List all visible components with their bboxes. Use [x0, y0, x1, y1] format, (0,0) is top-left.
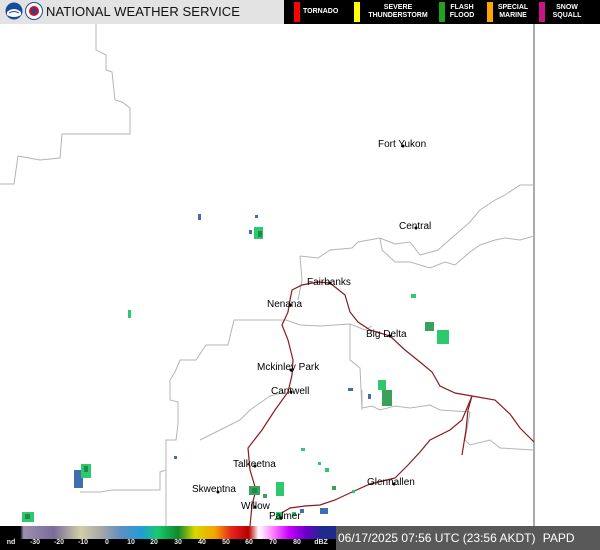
city-label-nenana: Nenana [267, 299, 302, 310]
city-label-central: Central [399, 221, 431, 232]
page-title: NATIONAL WEATHER SERVICE [46, 4, 241, 19]
city-palmer: Palmer [269, 511, 301, 522]
colorbar-label: 60 [245, 539, 253, 546]
city-label-fort-yukon: Fort Yukon [378, 139, 426, 150]
legend-label: SEVERE THUNDERSTORM [368, 4, 428, 19]
city-cantwell: Cantwell [271, 386, 309, 397]
legend-swatch [487, 2, 493, 22]
colorbar-label: -30 [29, 539, 41, 546]
legend-label: FLASH FLOOD [449, 4, 475, 19]
legend-label: TORNADO [303, 8, 339, 15]
city-label-palmer: Palmer [269, 511, 301, 522]
legend-label: SNOW SQUALL [552, 4, 582, 19]
city-label-cantwell: Cantwell [271, 386, 309, 397]
city-willow: Willow [241, 501, 271, 512]
radar-map[interactable]: Fort Yukon Central Fairbanks Nenana Big … [0, 24, 600, 526]
legend-swatch [294, 2, 300, 22]
city-label-fairbanks: Fairbanks [307, 277, 351, 288]
city-nenana: Nenana [267, 299, 302, 310]
legend-item-flash-flood: FLASH FLOOD [439, 0, 483, 24]
legend-swatch [539, 2, 545, 22]
colorbar-label: nd [6, 539, 16, 546]
legend-swatch [439, 2, 445, 22]
city-talkeetna: Talkeetna [233, 459, 276, 470]
colorbar-label: 40 [198, 539, 206, 546]
status-bar: 06/17/2025 07:56 UTC (23:56 AKDT) PAPD [336, 526, 600, 550]
legend-item-snow-squall: SNOW SQUALL [539, 0, 595, 24]
city-label-glennallen: Glennallen [367, 477, 415, 488]
legend-item-special-marine: SPECIAL MARINE [487, 0, 535, 24]
colorbar-label: 70 [269, 539, 277, 546]
city-label-talkeetna: Talkeetna [233, 459, 276, 470]
timestamp-text: 06/17/2025 07:56 UTC (23:56 AKDT) [338, 531, 536, 545]
station-id: PAPD [542, 531, 575, 545]
noaa-logo-icon [5, 2, 23, 20]
legend-label: SPECIAL MARINE [497, 4, 529, 19]
boundary-lines [0, 24, 535, 526]
city-mckinley-park: Mckinley Park [257, 362, 320, 373]
colorbar-label: -10 [77, 539, 89, 546]
city-label-big-delta: Big Delta [366, 329, 407, 340]
colorbar-label: 50 [222, 539, 230, 546]
city-label-willow: Willow [241, 501, 271, 512]
colorbar-label: 10 [127, 539, 135, 546]
reflectivity-colorbar: nd -30 -20 -10 0 10 20 30 40 50 60 70 80… [0, 526, 336, 550]
nws-logo-icon [25, 2, 43, 20]
colorbar-label: dBZ [314, 539, 328, 546]
legend-item-severe-thunderstorm: SEVERE THUNDERSTORM [354, 0, 438, 24]
city-glennallen: Glennallen [367, 477, 415, 488]
city-central: Central [399, 221, 431, 232]
colorbar-gradient [0, 526, 336, 539]
city-label-skwentna: Skwentna [192, 484, 236, 495]
colorbar-label: 20 [150, 539, 158, 546]
city-skwentna: Skwentna [192, 484, 236, 495]
city-fairbanks: Fairbanks [307, 277, 351, 288]
radar-echoes [22, 214, 449, 522]
warning-legend: TORNADO SEVERE THUNDERSTORM FLASH FLOOD … [284, 0, 600, 24]
colorbar-label: 80 [293, 539, 301, 546]
colorbar-label: -20 [53, 539, 65, 546]
city-label-mckinley-park: Mckinley Park [257, 362, 320, 373]
city-big-delta: Big Delta [366, 329, 407, 340]
legend-item-tornado: TORNADO [294, 0, 354, 24]
colorbar-label: 0 [105, 539, 109, 546]
city-fort-yukon: Fort Yukon [378, 139, 426, 150]
legend-swatch [354, 2, 360, 22]
city-labels: Fort Yukon Central Fairbanks Nenana Big … [192, 139, 431, 522]
colorbar-label: 30 [174, 539, 182, 546]
